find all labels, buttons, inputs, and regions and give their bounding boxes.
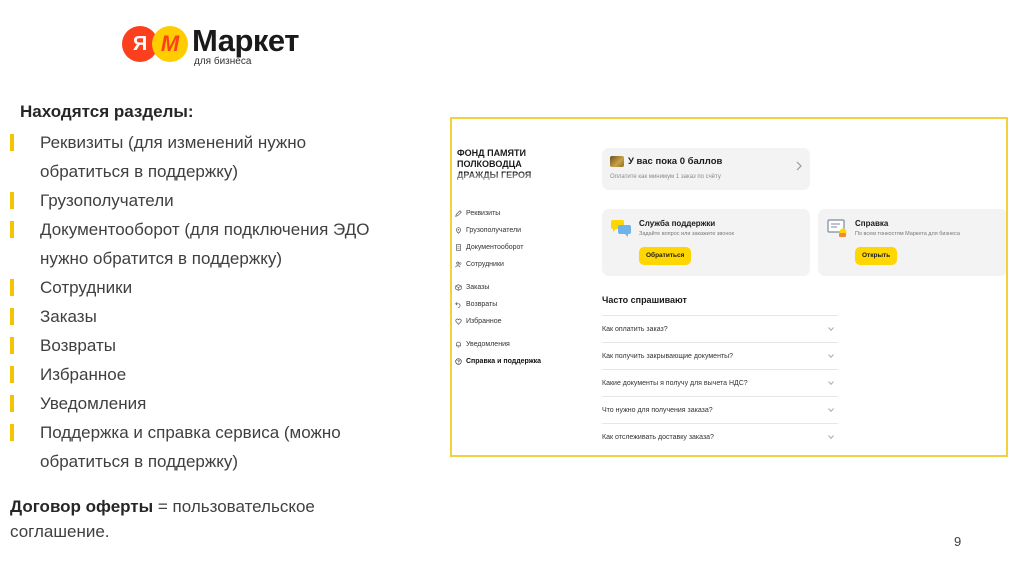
points-title: У вас пока 0 баллов <box>628 156 723 167</box>
bullet-line: Избранное <box>40 365 127 384</box>
bullet-line: нужно обратится в поддержку) <box>40 249 283 268</box>
bullet-requisites: Реквизиты (для изменений нужно обратиться… <box>10 128 430 186</box>
bullet-orders: Заказы <box>10 302 430 331</box>
return-icon <box>455 302 461 308</box>
support-title: Служба поддержки <box>639 219 716 228</box>
faq-question: Как оплатить заказ? <box>602 326 668 333</box>
bullet-line: обратиться в поддержку) <box>40 162 239 181</box>
sidebar-item-orders[interactable]: Заказы <box>455 279 575 296</box>
help-card: Справка По всем тонкостям Маркета для би… <box>818 209 1006 276</box>
bullet-line: Возвраты <box>40 336 116 355</box>
chevron-down-icon <box>828 381 834 385</box>
offer-line2: соглашение. <box>10 522 110 541</box>
contact-support-button[interactable]: Обратиться <box>639 247 692 265</box>
points-subtitle: Оплатите как минимум 1 заказ по счёту <box>610 174 721 180</box>
sidebar-item-favorites[interactable]: Избранное <box>455 313 575 330</box>
faq-question: Как отслеживать доставку заказа? <box>602 434 714 441</box>
chevron-down-icon <box>828 327 834 331</box>
sidebar-item-help-support[interactable]: Справка и поддержка <box>455 353 575 370</box>
sidebar-item-label: Избранное <box>466 318 502 325</box>
org-line: ПОЛКОВОДЦА <box>457 159 522 169</box>
bullet-line: Заказы <box>40 307 97 326</box>
faq-list: Как оплатить заказ? Как получить закрыва… <box>602 315 838 450</box>
bullet-line: Поддержка и справка сервиса (можно <box>40 423 341 442</box>
sidebar-nav: Реквизиты Грузополучатели Документооборо… <box>455 205 575 370</box>
bullet-line: Реквизиты (для изменений нужно <box>40 133 307 152</box>
sidebar-item-label: Документооборот <box>466 244 524 251</box>
sidebar-item-document-flow[interactable]: Документооборот <box>455 239 575 256</box>
page-number: 9 <box>954 534 962 549</box>
bullet-favorites: Избранное <box>10 360 430 389</box>
offer-rest: = пользовательское <box>153 497 315 516</box>
bullet-line: Документооборот (для подключения ЭДО <box>40 220 370 239</box>
sidebar-item-label: Сотрудники <box>466 261 504 268</box>
faq-question: Что нужно для получения заказа? <box>602 407 713 414</box>
chevron-down-icon <box>828 435 834 439</box>
help-board-icon <box>827 219 847 237</box>
help-title: Справка <box>855 219 889 228</box>
bullet-line: обратиться в поддержку) <box>40 452 239 471</box>
sections-list: Реквизиты (для изменений нужно обратиться… <box>10 128 430 476</box>
faq-item[interactable]: Как отслеживать доставку заказа? <box>602 423 838 450</box>
logo-wordmark: Маркет <box>192 23 299 58</box>
bell-icon <box>456 341 461 348</box>
sidebar-item-notifications[interactable]: Уведомления <box>455 336 575 353</box>
faq-item[interactable]: Что нужно для получения заказа? <box>602 396 838 423</box>
points-coin-icon <box>610 156 624 167</box>
bullet-support: Поддержка и справка сервиса (можно обрати… <box>10 418 430 476</box>
org-line: ФОНД ПАМЯТИ <box>457 148 526 158</box>
help-icon <box>455 358 462 365</box>
support-subtitle: Задайте вопрос или закажите звонок <box>639 231 734 237</box>
faq-item[interactable]: Какие документы я получу для вычета НДС? <box>602 369 838 396</box>
sidebar-item-label: Уведомления <box>466 341 510 348</box>
bullet-line: Уведомления <box>40 394 147 413</box>
bullet-employees: Сотрудники <box>10 273 430 302</box>
org-name-fade <box>452 173 552 187</box>
faq-item[interactable]: Как оплатить заказ? <box>602 315 838 342</box>
chevron-down-icon <box>828 354 834 358</box>
sidebar-item-returns[interactable]: Возвраты <box>455 296 575 313</box>
chevron-right-icon <box>796 161 802 171</box>
points-card[interactable]: У вас пока 0 баллов Оплатите как минимум… <box>602 148 810 190</box>
heart-icon <box>455 318 462 325</box>
chevron-down-icon <box>828 408 834 412</box>
bullet-notifications: Уведомления <box>10 389 430 418</box>
box-icon <box>455 284 462 291</box>
sidebar-item-label: Реквизиты <box>466 210 501 217</box>
sidebar-item-label: Справка и поддержка <box>466 358 542 365</box>
sidebar-item-label: Грузополучатели <box>466 227 522 234</box>
location-pin-icon <box>456 227 461 234</box>
support-card: Служба поддержки Задайте вопрос или зака… <box>602 209 810 276</box>
yandex-market-logo: Я М Маркет для бизнеса <box>122 18 352 70</box>
offer-note: Договор оферты = пользовательское соглаш… <box>10 494 430 544</box>
bullet-consignees: Грузополучатели <box>10 186 430 215</box>
faq-item[interactable]: Как получить закрывающие документы? <box>602 342 838 369</box>
sidebar-item-label: Возвраты <box>466 301 498 308</box>
bullet-returns: Возвраты <box>10 331 430 360</box>
faq-question: Как получить закрывающие документы? <box>602 353 734 360</box>
faq-question: Какие документы я получу для вычета НДС? <box>602 380 748 387</box>
bullet-line: Сотрудники <box>40 278 133 297</box>
chat-bubbles-icon <box>611 220 631 237</box>
open-help-button[interactable]: Открыть <box>855 247 898 265</box>
logo-subtitle: для бизнеса <box>194 56 252 67</box>
offer-bold: Договор оферты <box>10 497 154 516</box>
bullet-document-flow: Документооборот (для подключения ЭДО нужн… <box>10 215 430 273</box>
pencil-icon <box>455 210 462 217</box>
document-icon <box>456 244 461 251</box>
sidebar-item-label: Заказы <box>466 284 490 291</box>
logo-m-circle: М <box>152 26 188 62</box>
sidebar-item-consignees[interactable]: Грузополучатели <box>455 222 575 239</box>
help-subtitle: По всем тонкостям Маркета для бизнеса <box>855 231 960 237</box>
sidebar-item-employees[interactable]: Сотрудники <box>455 256 575 273</box>
sections-title: Находятся разделы: <box>20 102 194 121</box>
people-icon <box>455 261 462 268</box>
bullet-line: Грузополучатели <box>40 191 174 210</box>
sidebar-item-requisites[interactable]: Реквизиты <box>455 205 575 222</box>
account-screenshot: ФОНД ПАМЯТИ ПОЛКОВОДЦА ДРАЖДЫ ГЕРОЯ Рекв… <box>450 117 1008 457</box>
faq-title: Часто спрашивают <box>602 295 687 305</box>
